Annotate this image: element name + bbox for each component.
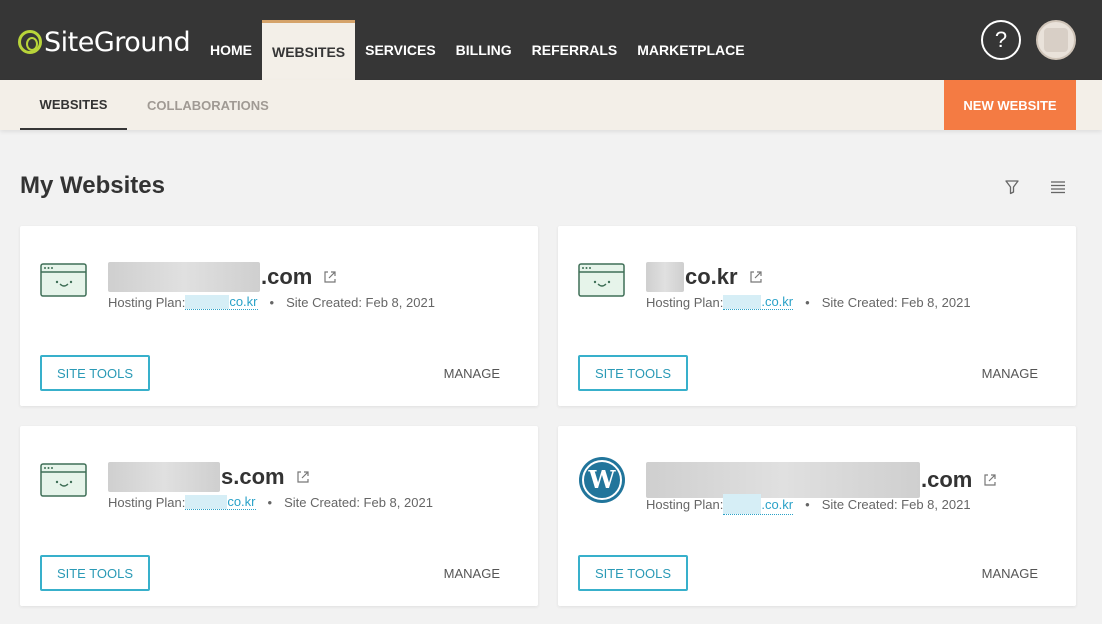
redacted-plan bbox=[723, 494, 762, 514]
site-tools-button[interactable]: Site Tools bbox=[40, 355, 150, 391]
redacted-domain bbox=[108, 262, 260, 292]
redacted-plan bbox=[723, 294, 762, 309]
site-window-icon bbox=[578, 263, 625, 297]
external-link-icon[interactable] bbox=[982, 472, 998, 488]
external-link-icon[interactable] bbox=[322, 269, 338, 285]
hosting-plan-label: Hosting Plan: bbox=[108, 494, 186, 510]
redacted-domain bbox=[108, 462, 220, 492]
redacted-domain bbox=[646, 462, 920, 498]
separator: • bbox=[267, 494, 273, 510]
website-card: W .com Hosting Plan: .co.kr • Site Creat… bbox=[558, 426, 1076, 606]
site-name-suffix: s.com bbox=[221, 464, 285, 489]
redacted-plan bbox=[185, 294, 230, 309]
hosting-plan-suffix: co.kr bbox=[229, 294, 258, 309]
manage-button[interactable]: Manage bbox=[982, 566, 1038, 581]
external-link-icon[interactable] bbox=[295, 469, 311, 485]
site-name-suffix: co.kr bbox=[685, 264, 738, 289]
nav-websites[interactable]: Websites bbox=[262, 20, 356, 80]
new-website-button[interactable]: New Website bbox=[944, 80, 1076, 130]
siteground-logo[interactable]: SiteGround bbox=[18, 24, 191, 60]
wordpress-icon: W bbox=[579, 457, 625, 503]
avatar[interactable] bbox=[1036, 20, 1076, 60]
redacted-domain bbox=[646, 262, 684, 292]
site-name[interactable]: s.com bbox=[108, 462, 311, 492]
hosting-plan-link[interactable]: co.kr bbox=[185, 494, 256, 510]
nav-referrals[interactable]: Referrals bbox=[522, 20, 628, 80]
help-icon[interactable]: ? bbox=[981, 20, 1021, 60]
hosting-plan-link[interactable]: .co.kr bbox=[723, 294, 794, 310]
tab-websites[interactable]: Websites bbox=[20, 80, 127, 130]
hosting-plan-suffix: co.kr bbox=[227, 494, 256, 509]
website-card: co.kr Hosting Plan: .co.kr • Site Create… bbox=[558, 226, 1076, 406]
tab-collaborations[interactable]: Collaborations bbox=[147, 80, 269, 130]
site-name[interactable]: co.kr bbox=[646, 262, 764, 292]
manage-button[interactable]: Manage bbox=[444, 366, 500, 381]
site-meta: Hosting Plan: co.kr • Site Created: Feb … bbox=[108, 294, 435, 310]
site-tools-button[interactable]: Site Tools bbox=[578, 555, 688, 591]
nav-home[interactable]: Home bbox=[200, 20, 262, 80]
site-name[interactable]: .com bbox=[646, 462, 998, 498]
site-meta: Hosting Plan: .co.kr • Site Created: Feb… bbox=[646, 494, 971, 515]
site-meta: Hosting Plan: .co.kr • Site Created: Feb… bbox=[646, 294, 971, 310]
separator: • bbox=[805, 497, 810, 512]
site-tools-button[interactable]: Site Tools bbox=[578, 355, 688, 391]
redacted-plan bbox=[185, 494, 228, 509]
website-card: .com Hosting Plan: co.kr • Site Created:… bbox=[20, 226, 538, 406]
separator: • bbox=[805, 294, 810, 310]
site-tools-button[interactable]: Site Tools bbox=[40, 555, 150, 591]
manage-button[interactable]: Manage bbox=[982, 366, 1038, 381]
nav-marketplace[interactable]: Marketplace bbox=[627, 20, 754, 80]
svg-text:W: W bbox=[588, 465, 617, 494]
hosting-plan-suffix: .co.kr bbox=[761, 496, 794, 512]
site-meta: Hosting Plan: co.kr • Site Created: Feb … bbox=[108, 494, 433, 510]
website-card: s.com Hosting Plan: co.kr • Site Created… bbox=[20, 426, 538, 606]
site-created: Site Created: Feb 8, 2021 bbox=[821, 294, 971, 310]
site-name[interactable]: .com bbox=[108, 262, 338, 292]
separator: • bbox=[269, 294, 275, 310]
hosting-plan-label: Hosting Plan: bbox=[646, 497, 724, 512]
top-navigation-bar: SiteGround Home Websites Services Billin… bbox=[0, 0, 1102, 80]
manage-button[interactable]: Manage bbox=[444, 566, 500, 581]
hosting-plan-link[interactable]: .co.kr bbox=[723, 494, 794, 515]
site-created: Site Created: Feb 8, 2021 bbox=[284, 494, 433, 510]
sub-navigation-bar: Websites Collaborations bbox=[0, 80, 1102, 130]
page-title: My Websites bbox=[20, 172, 165, 199]
list-view-icon[interactable] bbox=[1049, 178, 1067, 196]
site-created: Site Created: Feb 8, 2021 bbox=[286, 294, 435, 310]
main-nav: Home Websites Services Billing Referrals… bbox=[200, 20, 755, 80]
filter-icon[interactable] bbox=[1003, 178, 1021, 196]
hosting-plan-link[interactable]: co.kr bbox=[185, 294, 258, 310]
site-window-icon bbox=[40, 463, 87, 497]
nav-billing[interactable]: Billing bbox=[446, 20, 522, 80]
hosting-plan-suffix: .co.kr bbox=[761, 294, 794, 309]
site-created: Site Created: Feb 8, 2021 bbox=[821, 497, 971, 512]
site-window-icon bbox=[40, 263, 87, 297]
site-name-suffix: .com bbox=[921, 467, 973, 492]
site-name-suffix: .com bbox=[261, 264, 313, 289]
hosting-plan-label: Hosting Plan: bbox=[108, 294, 186, 310]
nav-services[interactable]: Services bbox=[355, 20, 446, 80]
siteground-logo-icon bbox=[18, 30, 42, 54]
hosting-plan-label: Hosting Plan: bbox=[646, 294, 724, 310]
external-link-icon[interactable] bbox=[748, 269, 764, 285]
brand-name: SiteGround bbox=[44, 26, 191, 58]
